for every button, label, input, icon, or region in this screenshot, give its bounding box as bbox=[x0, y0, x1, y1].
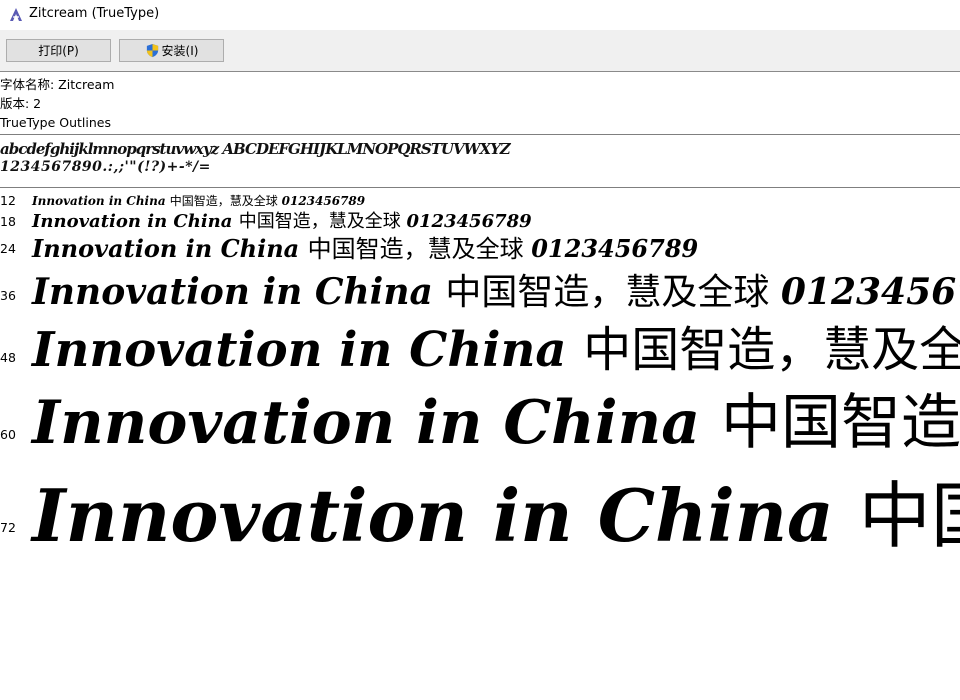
sample-latin: Innovation in China bbox=[32, 388, 721, 456]
font-outline-type: TrueType Outlines bbox=[0, 115, 111, 130]
sample-row-18: 18 Innovation in China 中国智造，慧及全球 01234567… bbox=[0, 208, 960, 232]
sample-cjk: 中国智造，慧及全球 bbox=[583, 321, 960, 376]
charset-digits-symbols: 1234567890.:,;'"(!?)+-*/= bbox=[0, 159, 211, 175]
sample-latin: Innovation in China bbox=[32, 211, 239, 232]
sample-text: Innovation in China 中国智造，慧及全球 0123456789 bbox=[32, 274, 960, 311]
sample-text: Innovation in China 中国智造，慧及全球 0123456789 bbox=[32, 213, 532, 231]
character-set-preview: abcdefghijklmnopqrstuvwxyz ABCDEFGHIJKLM… bbox=[0, 140, 960, 184]
sample-latin: Innovation in China bbox=[32, 473, 859, 556]
font-viewer-app-icon bbox=[10, 8, 22, 21]
charset-letters: abcdefghijklmnopqrstuvwxyz ABCDEFGHIJKLM… bbox=[0, 140, 511, 158]
sample-row-36: 36 Innovation in China 中国智造，慧及全球 01234567… bbox=[0, 262, 960, 312]
window-title: Zitcream (TrueType) bbox=[29, 6, 160, 21]
sample-text: Innovation in China 中国智造，慧及全球 0123456789 bbox=[32, 233, 699, 262]
sample-latin: Innovation in China bbox=[32, 233, 308, 262]
sample-text: Innovation in China 中国智造，慧及全球 0123456789 bbox=[32, 326, 960, 374]
sample-text: Innovation in China 中国智造，慧及全球 0123456789 bbox=[32, 195, 365, 207]
font-name: 字体名称: Zitcream bbox=[0, 77, 115, 92]
sample-text: Innovation in China 中国智造，慧及全球 0123456789 bbox=[32, 393, 960, 453]
sample-cjk: 中国智造，慧及全球 bbox=[858, 474, 960, 556]
sample-cjk: 中国智造，慧及全球 bbox=[307, 234, 532, 262]
font-version: 版本: 2 bbox=[0, 96, 42, 111]
sample-row-72: 72 Innovation in China 中国智造，慧及全球 01234567… bbox=[0, 456, 960, 556]
divider-bottom bbox=[0, 187, 960, 188]
title-bar: Zitcream (TrueType) bbox=[0, 0, 960, 30]
size-label: 48 bbox=[0, 350, 16, 365]
sample-text: Innovation in China 中国智造，慧及全球 0123456789 bbox=[32, 480, 960, 553]
size-label: 60 bbox=[0, 427, 16, 442]
sample-latin: Innovation in China bbox=[32, 194, 170, 208]
print-button[interactable]: 打印(P) bbox=[6, 39, 111, 62]
sample-row-60: 60 Innovation in China 中国智造，慧及全球 01234567… bbox=[0, 376, 960, 456]
sample-digits: 0123456789 bbox=[406, 211, 532, 232]
size-samples: 12 Innovation in China 中国智造，慧及全球 01234567… bbox=[0, 0, 960, 700]
print-button-label: 打印(P) bbox=[38, 44, 79, 58]
sample-row-24: 24 Innovation in China 中国智造，慧及全球 01234567… bbox=[0, 232, 960, 262]
sample-cjk: 中国智造，慧及全球 bbox=[238, 211, 407, 232]
sample-digits: 0123456789 bbox=[780, 271, 960, 312]
sample-row-12: 12 Innovation in China 中国智造，慧及全球 01234567… bbox=[0, 192, 960, 208]
sample-cjk: 中国智造，慧及全球 bbox=[169, 194, 282, 208]
toolbar: 打印(P) 安装(I) bbox=[0, 30, 960, 72]
size-label: 12 bbox=[0, 193, 16, 208]
sample-digits: 0123456789 bbox=[281, 194, 366, 208]
divider-top bbox=[0, 134, 960, 135]
sample-row-48: 48 Innovation in China 中国智造，慧及全球 01234567… bbox=[0, 312, 960, 376]
uac-shield-icon bbox=[146, 43, 158, 58]
sample-latin: Innovation in China bbox=[32, 321, 584, 376]
install-button-label: 安装(I) bbox=[161, 44, 199, 58]
sample-latin: Innovation in China bbox=[32, 271, 446, 312]
font-info: 字体名称: Zitcream 版本: 2 TrueType Outlines bbox=[0, 75, 114, 132]
sample-digits: 0123456789 bbox=[531, 233, 699, 262]
size-label: 36 bbox=[0, 288, 16, 303]
size-label: 24 bbox=[0, 241, 16, 256]
size-label: 18 bbox=[0, 214, 16, 229]
install-button[interactable]: 安装(I) bbox=[119, 39, 224, 62]
size-label: 72 bbox=[0, 520, 16, 535]
sample-cjk: 中国智造，慧及全球 bbox=[445, 272, 781, 312]
sample-cjk: 中国智造，慧及全球 bbox=[720, 388, 960, 456]
